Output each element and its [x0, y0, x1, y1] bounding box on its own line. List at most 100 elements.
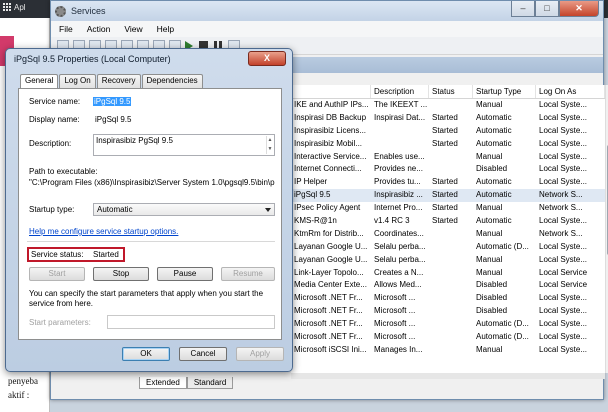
menu-view[interactable]: View: [124, 24, 142, 34]
service-row[interactable]: Inspirasibiz Licens... Started Automatic Lo…: [291, 125, 605, 138]
tab-extended[interactable]: Extended: [139, 377, 187, 389]
service-row[interactable]: Microsoft .NET Fr... Microsoft ... Disable…: [291, 305, 605, 318]
service-row[interactable]: Microsoft .NET Fr... Microsoft ... Disable…: [291, 292, 605, 305]
services-rows: IKE and AuthIP IPs... The IKEEXT ... Manua…: [291, 99, 605, 357]
tab-standard[interactable]: Standard: [186, 377, 234, 389]
services-gear-icon: [55, 5, 66, 17]
maximize-button[interactable]: □: [535, 1, 559, 17]
stop-button[interactable]: Stop: [93, 267, 149, 281]
tab-recovery[interactable]: Recovery: [96, 74, 141, 88]
tab-dependencies[interactable]: Dependencies: [141, 74, 203, 88]
path-value[interactable]: "C:\Program Files (x86)\Inspirasibiz\Ser…: [29, 178, 275, 187]
service-logon-cell: Local Syste...: [539, 293, 588, 303]
service-row[interactable]: Interactive Service... Enables use... Manu…: [291, 151, 605, 164]
description-value: Inspirasibiz PgSql 9.5: [96, 136, 173, 145]
service-logon-cell: Local Syste...: [539, 319, 588, 329]
display-name-value[interactable]: iPgSql 9.5: [95, 115, 131, 124]
column-header-description[interactable]: Description: [371, 85, 429, 98]
service-startup-cell: Manual: [476, 203, 503, 213]
service-row[interactable]: iPgSql 9.5 Inspirasibiz ... Started Automat…: [291, 189, 605, 203]
service-status-cell: [429, 99, 473, 112]
services-view-tabs: Extended Standard: [139, 377, 234, 389]
service-status-cell: [429, 241, 473, 254]
column-header-status[interactable]: Status: [429, 85, 473, 98]
service-name-cell: Internet Connecti...: [294, 164, 362, 174]
service-row[interactable]: Layanan Google U... Selalu perba... Automa…: [291, 241, 605, 254]
services-horizontal-scrollbar[interactable]: [291, 373, 605, 379]
service-description-cell: Internet Pro...: [374, 203, 423, 213]
service-logon-cell: Local Syste...: [539, 138, 588, 148]
dialog-close-button[interactable]: X: [248, 51, 286, 66]
service-logon-cell: Network S...: [539, 203, 583, 213]
service-row[interactable]: Layanan Google U... Selalu perba... Manual…: [291, 254, 605, 267]
service-row[interactable]: Microsoft .NET Fr... Microsoft ... Automat…: [291, 331, 605, 344]
service-name-cell: Inspirasibiz Licens...: [294, 125, 367, 135]
startup-type-value: Automatic: [97, 205, 133, 214]
description-field[interactable]: Inspirasibiz PgSql 9.5 ▲ ▼: [93, 134, 275, 156]
dialog-title: iPgSql 9.5 Properties (Local Computer): [14, 54, 171, 64]
apply-button[interactable]: Apply: [236, 347, 284, 361]
service-status-label: Service status:: [31, 250, 84, 259]
service-name-cell: Layanan Google U...: [294, 254, 368, 264]
tab-log-on[interactable]: Log On: [59, 74, 96, 88]
chevron-down-icon: [265, 208, 271, 212]
service-row[interactable]: IKE and AuthIP IPs... The IKEEXT ... Manua…: [291, 99, 605, 112]
service-description-cell: Provides ne...: [374, 164, 423, 174]
service-logon-cell: Network S...: [539, 190, 583, 200]
apps-shortcut[interactable]: Apl: [3, 3, 43, 15]
service-name-cell: Media Center Exte...: [294, 280, 367, 290]
service-row[interactable]: Internet Connecti... Provides ne... Disabl…: [291, 163, 605, 176]
service-startup-cell: Disabled: [476, 164, 508, 174]
menu-action[interactable]: Action: [87, 24, 111, 34]
ok-button[interactable]: OK: [122, 347, 170, 361]
document-text-line: penyeba: [8, 376, 38, 386]
service-startup-cell: Automatic: [476, 138, 512, 148]
close-button[interactable]: ✕: [559, 1, 599, 17]
service-name-cell: iPgSql 9.5: [294, 190, 331, 200]
description-label: Description:: [29, 139, 72, 148]
service-row[interactable]: Microsoft iSCSI Ini... Manages In... Manua…: [291, 344, 605, 357]
general-tab-panel: Service name: iPgSql 9.5 Display name: i…: [18, 88, 282, 340]
service-startup-cell: Manual: [476, 254, 503, 264]
service-startup-cell: Manual: [476, 344, 503, 354]
display-name-label: Display name:: [29, 115, 80, 124]
minimize-button[interactable]: –: [511, 1, 535, 17]
service-row[interactable]: Link-Layer Topolo... Creates a N... Manual…: [291, 267, 605, 280]
service-logon-cell: Network S...: [539, 228, 583, 238]
service-status-cell: [429, 279, 473, 292]
divider: [27, 241, 275, 242]
service-description-cell: Manages In...: [374, 344, 423, 354]
service-logon-cell: Local Syste...: [539, 306, 588, 316]
start-params-hint: You can specify the start parameters tha…: [29, 289, 264, 308]
column-header-name[interactable]: [291, 85, 371, 98]
service-name-value[interactable]: iPgSql 9.5: [93, 97, 132, 106]
service-name-cell: Microsoft .NET Fr...: [294, 306, 363, 316]
description-scroll-arrows-icon[interactable]: ▲ ▼: [266, 136, 273, 154]
startup-type-select[interactable]: Automatic: [93, 203, 275, 216]
service-row[interactable]: IPsec Policy Agent Internet Pro... Started…: [291, 202, 605, 215]
column-header-log-on-as[interactable]: Log On As: [536, 85, 605, 98]
menu-file[interactable]: File: [59, 24, 73, 34]
service-logon-cell: Local Syste...: [539, 241, 588, 251]
cancel-button[interactable]: Cancel: [179, 347, 227, 361]
service-description-cell: Microsoft ...: [374, 306, 416, 316]
service-name-cell: IKE and AuthIP IPs...: [294, 100, 369, 109]
menu-help[interactable]: Help: [157, 24, 174, 34]
service-row[interactable]: Inspirasi DB Backup Inspirasi Dat... Start…: [291, 112, 605, 125]
tab-general[interactable]: General: [20, 74, 59, 88]
column-header-startup-type[interactable]: Startup Type: [473, 85, 536, 98]
service-row[interactable]: Media Center Exte... Allows Med... Disable…: [291, 279, 605, 292]
service-row[interactable]: Inspirasibiz Mobil... Started Automatic Loc…: [291, 138, 605, 151]
service-row[interactable]: KMS-R@1n v1.4 RC 3 Started Automatic Local S…: [291, 215, 605, 228]
start-params-input[interactable]: [107, 315, 275, 329]
service-row[interactable]: Microsoft .NET Fr... Microsoft ... Automat…: [291, 318, 605, 331]
service-description-cell: Selalu perba...: [374, 254, 426, 264]
service-logon-cell: Local Syste...: [539, 164, 588, 174]
start-button[interactable]: Start: [29, 267, 85, 281]
service-row[interactable]: KtmRm for Distrib... Coordinates... Manual…: [291, 228, 605, 241]
pause-button[interactable]: Pause: [157, 267, 213, 281]
service-description-cell: Microsoft ...: [374, 332, 416, 342]
service-row[interactable]: IP Helper Provides tu... Started Automatic L…: [291, 176, 605, 189]
resume-button[interactable]: Resume: [221, 267, 275, 281]
startup-help-link[interactable]: Help me configure service startup option…: [29, 227, 178, 236]
